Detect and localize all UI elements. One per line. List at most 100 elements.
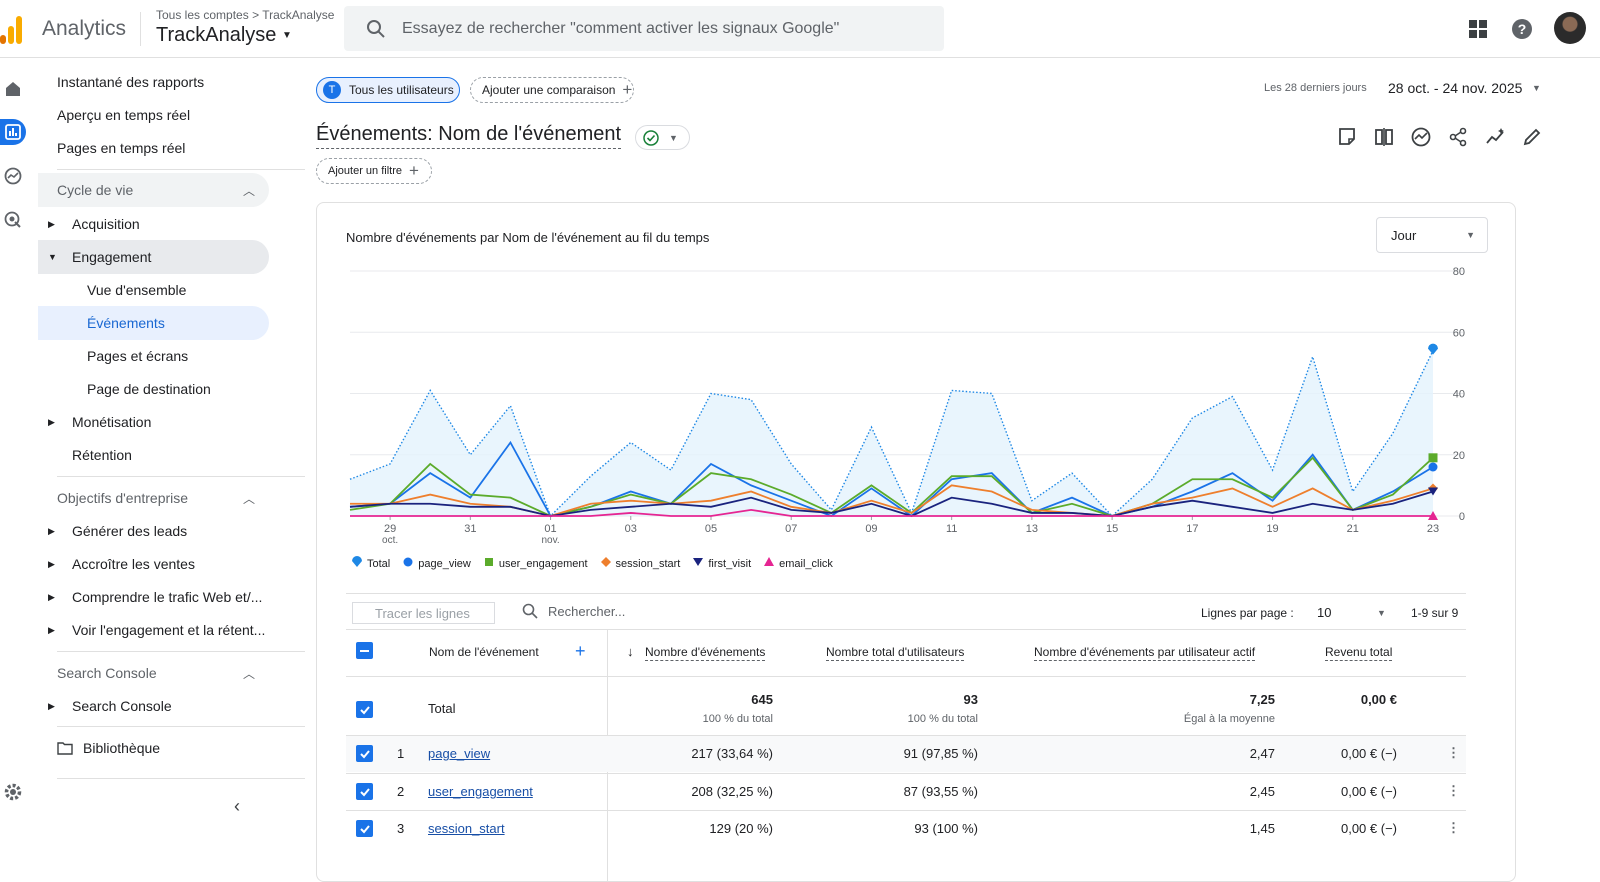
nav-item-generate-leads[interactable]: ▶ Générer des leads [38,514,269,548]
more-vert-icon[interactable]: ⋮ [1447,745,1460,761]
legend-item-email_click[interactable]: email_click [763,556,833,571]
x-tick-sublabel: oct. [382,535,398,546]
settings-icon[interactable] [0,779,26,805]
reports-icon[interactable] [0,119,26,145]
nav-item-search-console[interactable]: ▶ Search Console [38,689,269,723]
caret-down-icon[interactable]: ▼ [1532,83,1541,93]
nav-item-increase-sales[interactable]: ▶ Accroître les ventes [38,547,269,581]
divider [346,629,1466,630]
select-all-checkbox[interactable] [356,642,373,659]
nav-section-search-console[interactable]: Search Console ︿ [38,656,269,690]
avatar[interactable] [1554,12,1586,44]
nav-item-pages-screens[interactable]: Pages et écrans [38,339,269,373]
nav-item-retention[interactable]: Rétention [38,438,269,472]
breadcrumb-account[interactable]: TrackAnalyse [262,8,334,22]
row-rank: 1 [397,746,405,761]
header-total-revenue[interactable]: Revenu total [1325,645,1393,661]
account-selector[interactable]: TrackAnalyse ▼ [156,24,292,47]
nav-label: Page de destination [87,381,211,397]
more-vert-icon[interactable]: ⋮ [1447,783,1460,799]
caret-down-icon[interactable]: ▼ [1377,608,1386,618]
nav-item-overview[interactable]: Vue d'ensemble [38,273,269,307]
insights-icon[interactable] [1410,126,1432,148]
nav-section-business-objectives[interactable]: Objectifs d'entreprise ︿ [38,481,269,515]
row-rank: 3 [397,821,405,836]
divider [346,593,1466,594]
breadcrumb[interactable]: Tous les comptes > TrackAnalyse [156,8,334,22]
nav-item-engagement[interactable]: ▼ Engagement [38,240,269,274]
edit-icon[interactable] [1521,126,1543,148]
date-range-picker[interactable]: 28 oct. - 24 nov. 2025 [1388,80,1522,96]
data-quality-status[interactable]: ▼ [635,125,690,150]
nav-item-acquisition[interactable]: ▶ Acquisition [38,207,269,241]
caret-right-icon: ▶ [48,624,55,635]
total-checkbox[interactable] [356,701,373,718]
legend-item-Total[interactable]: Total [351,556,390,571]
table-search-input[interactable]: Rechercher... [548,604,625,619]
rows-per-page-select[interactable]: 10 [1317,605,1331,620]
segment-label: Tous les utilisateurs [349,83,454,97]
row-event-name-link[interactable]: session_start [428,821,505,836]
nav-label: Vue d'ensemble [87,282,187,298]
nav-item-events[interactable]: Événements [38,306,269,340]
header-event-name[interactable]: Nom de l'événement [429,645,539,659]
nav-item-realtime-overview[interactable]: Aperçu en temps réel [38,98,269,132]
nav-item-realtime-pages[interactable]: Pages en temps réel [38,131,269,165]
nav-label: Instantané des rapports [57,74,205,90]
caret-down-icon: ▼ [48,252,57,262]
analytics-logo-icon[interactable] [0,16,26,44]
header-total-users[interactable]: Nombre total d'utilisateurs [826,645,965,661]
trace-rows-button[interactable]: Tracer les lignes [352,602,495,624]
help-icon[interactable]: ? [1510,17,1534,41]
row-event-name-link[interactable]: page_view [428,746,490,761]
nav-item-snapshot[interactable]: Instantané des rapports [38,65,269,99]
header-events-per-user[interactable]: Nombre d'événements par utilisateur acti… [1034,645,1256,661]
x-tick-label: 05 [705,523,717,535]
row-event-name-link[interactable]: user_engagement [428,784,533,799]
nav-item-engagement-retention[interactable]: ▶ Voir l'engagement et la rétent... [38,613,269,647]
nav-label: Voir l'engagement et la rétent... [72,622,266,638]
search-input[interactable] [402,6,922,51]
trend-sparkle-icon[interactable] [1484,126,1506,148]
breadcrumb-root[interactable]: Tous les comptes [156,8,249,22]
add-comparison-button[interactable]: Ajouter une comparaison + [470,77,634,103]
legend-item-page_view[interactable]: page_view [402,556,471,571]
add-filter-button[interactable]: Ajouter un filtre + [316,158,432,184]
series-end-marker-total [1428,343,1438,355]
legend-item-user_engagement[interactable]: user_engagement [483,556,588,571]
granularity-select[interactable]: Jour ▼ [1376,217,1488,253]
table-search[interactable]: Rechercher... [522,603,625,619]
apps-icon[interactable] [1466,17,1490,41]
nav-item-library[interactable]: Bibliothèque [38,731,269,765]
row-checkbox[interactable] [356,783,373,800]
row-event-count: 208 (32,25 %) [691,784,773,799]
nav-section-lifecycle[interactable]: Cycle de vie ︿ [38,173,269,207]
legend-marker-icon [763,556,775,571]
row-checkbox[interactable] [356,745,373,762]
check-circle-icon [643,129,659,146]
compare-icon[interactable] [1373,126,1395,148]
events-line-chart[interactable]: 0 20 40 60 80 29oct. 31 01nov. 03 05 07 09 11 13 15 17 1… [317,253,1516,553]
nav-label: Acquisition [72,216,140,232]
advertising-icon[interactable] [0,207,26,233]
nav-item-landing-page[interactable]: Page de destination [38,372,269,406]
note-icon[interactable] [1336,126,1358,148]
header-event-count[interactable]: Nombre d'événements [645,645,766,661]
nav-item-monetization[interactable]: ▶ Monétisation [38,405,269,439]
nav-item-understand-traffic[interactable]: ▶ Comprendre le trafic Web et/... [38,580,269,614]
home-icon[interactable] [0,76,26,102]
search-bar[interactable] [344,6,944,51]
segment-chip[interactable]: T Tous les utilisateurs [316,77,460,103]
explore-icon[interactable] [0,163,26,189]
caret-down-icon: ▼ [669,132,678,143]
collapse-chevron-icon[interactable]: ‹ [234,796,240,817]
legend-item-first_visit[interactable]: first_visit [692,556,751,571]
more-vert-icon[interactable]: ⋮ [1447,820,1460,836]
row-checkbox[interactable] [356,820,373,837]
share-icon[interactable] [1447,126,1469,148]
series-area-total [350,350,1433,516]
add-dimension-icon[interactable]: + [575,641,586,662]
legend-marker-icon [402,556,414,571]
legend-item-session_start[interactable]: session_start [600,556,680,571]
date-range-label: Les 28 derniers jours [1264,82,1367,94]
